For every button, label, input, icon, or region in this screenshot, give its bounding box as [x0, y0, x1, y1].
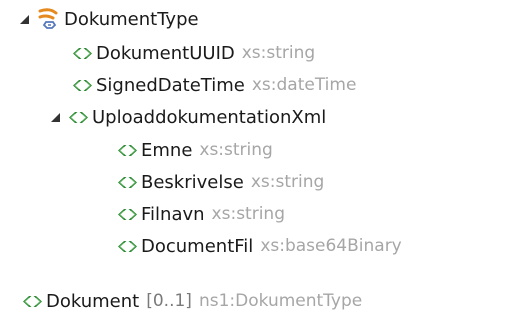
- node-type: xs:dateTime: [251, 75, 357, 95]
- element-name: Dokument: [46, 290, 140, 312]
- node-name: SignedDateTime: [96, 74, 245, 96]
- node-name: DocumentFil: [141, 235, 254, 257]
- node-type: xs:string: [199, 140, 273, 160]
- node-name: Filnavn: [141, 203, 205, 225]
- node-name: Emne: [141, 139, 193, 161]
- clipped-row-remnant: [17, 255, 57, 263]
- tree-node-dokumenttype[interactable]: DokumentType: [17, 6, 199, 32]
- element-icon: [117, 175, 138, 190]
- node-type: xs:string: [250, 172, 325, 192]
- element-icon: [72, 46, 93, 61]
- node-type: xs:base64Binary: [260, 236, 402, 256]
- element-type: ns1:DokumentType: [198, 291, 363, 311]
- node-name: DokumentType: [64, 8, 199, 30]
- tree-node-uploaddokumentationxml[interactable]: UploaddokumentationXml: [48, 104, 326, 130]
- tree-node-signeddatetime[interactable]: SignedDateTime xs:dateTime: [72, 72, 356, 98]
- element-icon: [22, 294, 43, 309]
- element-icon: [117, 239, 138, 254]
- element-icon: [68, 110, 89, 125]
- complex-type-icon: [37, 8, 61, 30]
- node-type: xs:string: [211, 204, 285, 224]
- element-icon: [117, 143, 138, 158]
- element-dokument[interactable]: Dokument [0..1] ns1:DokumentType: [22, 288, 362, 314]
- expanded-triangle-icon[interactable]: [48, 110, 62, 124]
- tree-node-documentfil[interactable]: DocumentFil xs:base64Binary: [117, 233, 402, 259]
- element-icon: [117, 207, 138, 222]
- node-name: UploaddokumentationXml: [92, 106, 327, 128]
- tree-node-beskrivelse[interactable]: Beskrivelse xs:string: [117, 169, 324, 195]
- node-name: Beskrivelse: [141, 171, 244, 193]
- tree-node-filnavn[interactable]: Filnavn xs:string: [117, 201, 285, 227]
- tree-node-emne[interactable]: Emne xs:string: [117, 137, 273, 163]
- node-type: xs:string: [241, 43, 316, 63]
- node-name: DokumentUUID: [96, 42, 235, 64]
- element-multiplicity: [0..1]: [146, 291, 192, 311]
- expanded-triangle-icon[interactable]: [17, 12, 31, 26]
- tree-node-dokumentuuid[interactable]: DokumentUUID xs:string: [72, 40, 315, 66]
- element-icon: [72, 78, 93, 93]
